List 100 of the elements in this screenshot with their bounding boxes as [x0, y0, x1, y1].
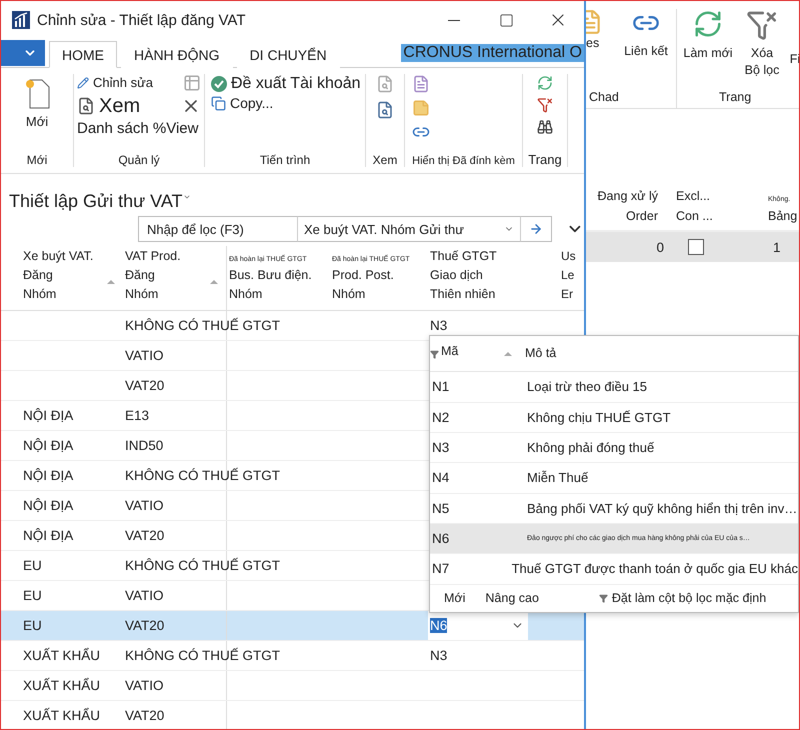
ribbon-button[interactable]: Xóa Bộ lọc: [742, 45, 782, 79]
table-cell-text: N3: [429, 647, 448, 665]
lookup-row[interactable]: N3 Không phải đóng thuế: [430, 432, 798, 464]
column-header: Excl...: [676, 188, 710, 205]
group-label: Hiển thị Đã đính kèm: [411, 155, 516, 167]
column-header: Bảng: [768, 208, 798, 225]
pencil-icon: [77, 77, 89, 89]
ribbon-button[interactable]: Làm mới: [683, 45, 733, 62]
sort-icon[interactable]: [504, 352, 512, 356]
table-cell-text: E13: [124, 407, 150, 425]
caret-icon[interactable]: [182, 193, 190, 201]
table-cell-text: VATIO: [124, 677, 165, 695]
column-header: Order: [626, 208, 658, 225]
column-header: Thuế GTGT: [430, 248, 497, 265]
group-label: Trang: [527, 152, 563, 167]
page-title: Thiết lập Gửi thư VAT: [9, 190, 182, 212]
window-title: Chỉnh sửa - Thiết lập đăng VAT: [37, 12, 246, 28]
table-cell-text: N3: [429, 317, 448, 335]
column-header: Nhóm: [125, 286, 158, 303]
table-cell-text: XUẤT KHẨU: [22, 676, 102, 695]
table-cell-text: KHÔNG CÓ THUẾ GTGT: [124, 466, 282, 485]
table-cell-text: XUẤT KHẨU: [22, 646, 102, 665]
lookup-row[interactable]: N7 Thuế GTGT được thanh toán ở quốc gia EU khác: [430, 554, 798, 585]
table-cell-text: 1: [772, 240, 782, 254]
table-cell-text: 0: [655, 240, 665, 254]
lookup-row[interactable]: N5 Bảng phối VAT ký quỹ không hiển thị trên inv…: [430, 494, 798, 524]
table-cell-text: VAT20: [124, 617, 166, 635]
ribbon-tab[interactable]: HOME: [49, 41, 117, 68]
suggest-accounts-button[interactable]: Đề xuất Tài khoản: [211, 74, 361, 94]
refresh-icon[interactable]: [536, 74, 554, 92]
clear-filter-icon: [746, 9, 778, 41]
copy-icon: [211, 96, 226, 112]
table-cell-text: NỘI ĐỊA: [22, 527, 74, 545]
table-cell-text: EU: [22, 617, 43, 635]
table-cell-text: N3: [431, 440, 450, 456]
column-header: Prod. Post.: [332, 267, 394, 284]
table-cell-text: XUẤT KHẨU: [22, 706, 102, 725]
group-label: Xem: [372, 153, 398, 167]
table-cell-text: NỘI ĐỊA: [22, 437, 74, 455]
copy-button[interactable]: Copy...: [211, 95, 274, 112]
table-cell-text: N7: [431, 561, 450, 576]
ribbon-button[interactable]: es: [586, 35, 600, 52]
ribbon-button[interactable]: Liên kết: [624, 43, 668, 60]
app-icon: [11, 10, 31, 30]
table-row[interactable]: XUẤT KHẨU VATIO: [1, 671, 584, 701]
column-header: Us: [561, 248, 576, 265]
table-cell-text: NỘI ĐỊA: [22, 467, 74, 485]
sort-icon[interactable]: [107, 280, 115, 284]
table-cell-text: VAT20: [124, 527, 166, 545]
column-header: Đang xử lý: [598, 188, 658, 205]
lookup-row[interactable]: N4 Miễn Thuế: [430, 463, 798, 494]
table-row[interactable]: XUẤT KHẨU KHÔNG CÓ THUẾ GTGT N3: [1, 641, 584, 671]
table-cell-text: VATIO: [124, 587, 165, 605]
action-link[interactable]: Mới: [438, 591, 472, 606]
edit-list-icon[interactable]: [183, 74, 201, 92]
column-header: Thiên nhiên: [430, 286, 496, 303]
filter-field[interactable]: Nhập để lọc (F3): [138, 216, 298, 242]
column-header: Con ...: [676, 208, 713, 225]
column-header: Nhóm: [23, 286, 56, 303]
column-header: Er: [561, 286, 573, 303]
column-header: Bus. Bưu điện.: [229, 267, 312, 284]
apply-filter-button[interactable]: [521, 216, 552, 242]
new-button[interactable]: Mới: [18, 74, 56, 131]
table-cell-text: VAT20: [124, 377, 166, 395]
refresh-icon: [693, 9, 723, 39]
view-button[interactable]: Xem: [77, 94, 140, 118]
table-row[interactable]: EU VAT20 N6: [1, 611, 584, 641]
table-cell-text: VATIO: [124, 347, 165, 365]
table-cell-text: EU: [22, 587, 43, 605]
set-default-filter-link[interactable]: Đặt làm cột bộ lọc mặc định: [592, 591, 772, 606]
company-name: CRONUS International O: [401, 44, 584, 62]
table-cell-text: KHÔNG CÓ THUẾ GTGT: [124, 316, 282, 335]
column-header: VAT Prod.: [125, 248, 181, 265]
clear-filter-icon[interactable]: [536, 96, 554, 114]
lookup-row[interactable]: N1 Loại trừ theo điều 15: [430, 372, 798, 403]
table-cell-text: NỘI ĐỊA: [22, 497, 74, 515]
app-menu-button[interactable]: [1, 40, 45, 66]
lookup-row[interactable]: N2 Không chịu THUẾ GTGT: [430, 402, 798, 433]
view-list-button[interactable]: Danh sách %View: [77, 120, 198, 138]
edit-button[interactable]: Chỉnh sửa: [77, 75, 154, 91]
filter-column-dropdown[interactable]: Xe buýt VAT. Nhóm Gửi thư: [298, 216, 522, 242]
action-link[interactable]: Nâng cao: [479, 591, 545, 606]
check-circle-icon: [211, 76, 227, 92]
ribbon-button[interactable]: Fi: [790, 51, 799, 68]
maximize-icon: [498, 12, 514, 28]
table-cell-text: N2: [431, 410, 450, 425]
table-cell-text: VAT20: [124, 707, 166, 725]
filter-icon[interactable]: [430, 350, 439, 359]
column-header: Mã: [441, 344, 458, 358]
document-search-icon: [77, 97, 95, 115]
filter-icon: [598, 594, 608, 603]
sort-icon[interactable]: [210, 280, 218, 284]
group-label: Mới: [26, 153, 48, 167]
binoculars-icon[interactable]: [536, 118, 554, 136]
checkbox[interactable]: [688, 239, 704, 255]
column-header: Nhóm: [229, 286, 262, 303]
column-header: Giao dịch: [430, 267, 483, 284]
vat-nature-field[interactable]: N6: [428, 611, 528, 640]
table-cell-text: NỘI ĐỊA: [22, 407, 74, 425]
column-header: Le: [561, 267, 574, 284]
